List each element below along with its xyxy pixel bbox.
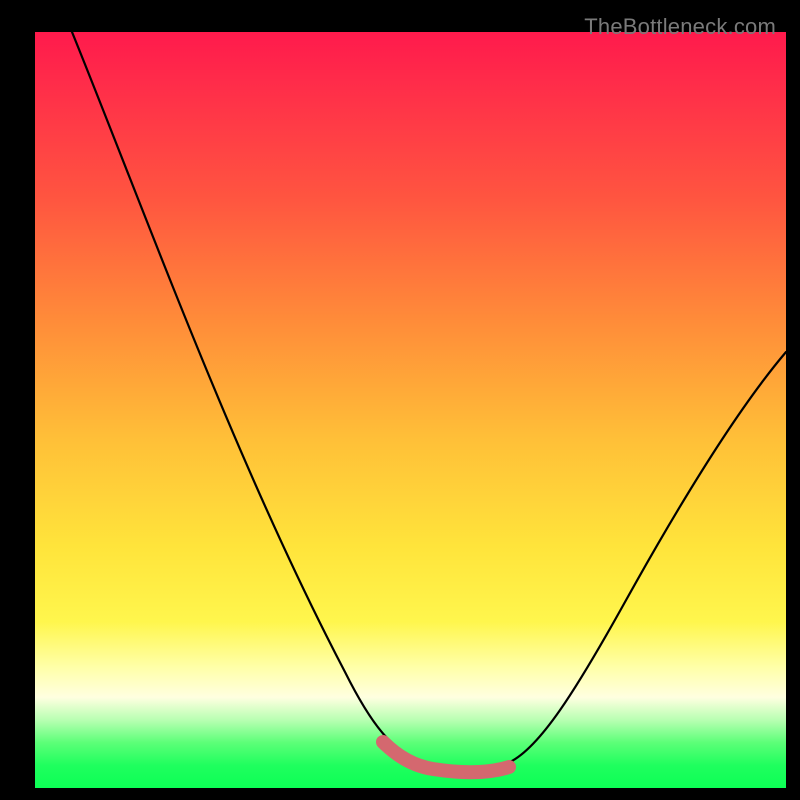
optimal-range-highlight <box>383 742 509 772</box>
curve-layer <box>35 32 786 788</box>
watermark-text: TheBottleneck.com <box>584 14 776 40</box>
bottleneck-curve <box>72 32 786 770</box>
plot-area <box>35 32 786 788</box>
chart-frame: TheBottleneck.com <box>10 10 790 790</box>
